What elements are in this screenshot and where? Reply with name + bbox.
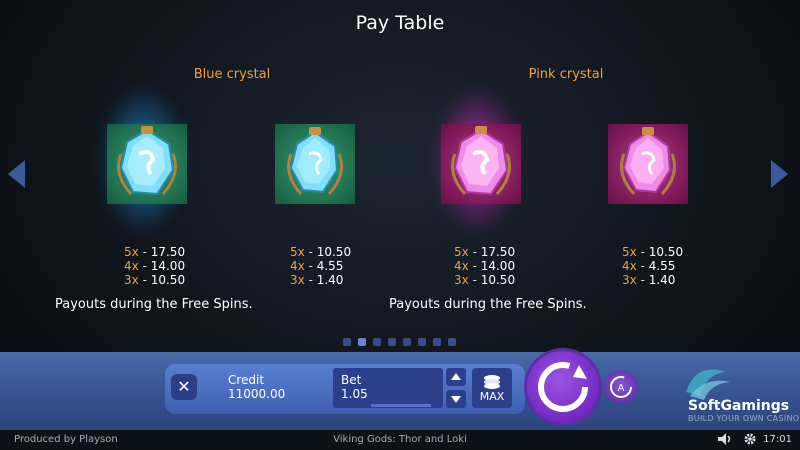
payout-row: 4x - 4.55 (290, 259, 344, 273)
bet-label: Bet (341, 373, 362, 387)
payout-list-pink: 5x - 10.50 4x - 4.55 3x - 1.40 (622, 245, 683, 287)
payout-row: 5x - 17.50 (454, 245, 516, 259)
blue-crystal-icon (275, 124, 355, 204)
arrow-down-icon (451, 396, 461, 403)
payout-list-pink-glowing: 5x - 17.50 4x - 14.00 3x - 10.50 (454, 245, 515, 287)
payout-row: 3x - 1.40 (622, 273, 676, 287)
sound-icon[interactable] (718, 433, 732, 445)
game-name: Viking Gods: Thor and Loki (333, 434, 467, 445)
page-dot[interactable] (433, 338, 441, 346)
softgamings-swirl-icon (686, 369, 730, 400)
autoplay-button[interactable]: A (604, 370, 638, 404)
bet-decrease-button[interactable] (446, 390, 466, 408)
payout-row: 3x - 10.50 (124, 273, 186, 287)
next-page-arrow-icon[interactable] (771, 160, 788, 188)
autoplay-icon: A (610, 376, 632, 398)
credit-label: Credit (228, 373, 265, 387)
group-title-pink-crystal: Pink crystal (528, 67, 604, 82)
page-title: Pay Table (355, 12, 445, 34)
group-title-blue-crystal: Blue crystal (193, 67, 271, 82)
payout-row: 5x - 10.50 (622, 245, 684, 259)
payout-list-blue-glowing: 5x - 17.50 4x - 14.00 3x - 10.50 (124, 245, 185, 287)
page-dot[interactable] (388, 338, 396, 346)
pink-crystal-icon (608, 124, 688, 204)
bet-level-bar (371, 404, 431, 407)
bet-increase-button[interactable] (446, 368, 466, 386)
payout-row: 4x - 14.00 (124, 259, 186, 273)
paytable-screen: Pay Table Blue crystal Pink crystal 5x -… (0, 0, 800, 450)
brand-name: SoftGamings (688, 398, 790, 414)
page-dot-active[interactable] (358, 338, 366, 346)
arrow-up-icon (451, 373, 461, 380)
payout-row: 5x - 10.50 (290, 245, 352, 259)
prev-page-arrow-icon[interactable] (8, 160, 25, 188)
blue-crystal-glowing-icon (107, 124, 187, 204)
spin-arrow-icon (538, 362, 588, 412)
page-dot[interactable] (418, 338, 426, 346)
svg-text:A: A (618, 383, 625, 394)
spin-button[interactable] (527, 351, 599, 423)
payout-row: 3x - 1.40 (290, 273, 344, 287)
credit-value: 11000.00 (228, 387, 286, 401)
page-dot[interactable] (343, 338, 351, 346)
pink-crystal-glowing-icon (441, 124, 521, 204)
payout-row: 5x - 17.50 (124, 245, 186, 259)
page-dot[interactable] (373, 338, 381, 346)
payout-list-blue: 5x - 10.50 4x - 4.55 3x - 1.40 (290, 245, 351, 287)
free-spins-note-blue: Payouts during the Free Spins. (55, 297, 253, 312)
bet-value: 1.05 (341, 387, 368, 401)
close-button[interactable]: ✕ (171, 374, 197, 400)
payout-row: 3x - 10.50 (454, 273, 516, 287)
brand-tagline: BUILD YOUR OWN CASINO (688, 414, 800, 423)
clock: 17:01 (763, 434, 792, 445)
max-label: MAX (479, 390, 505, 403)
page-dot[interactable] (403, 338, 411, 346)
free-spins-note-pink: Payouts during the Free Spins. (389, 297, 587, 312)
payout-row: 4x - 4.55 (622, 259, 676, 273)
page-dot[interactable] (448, 338, 456, 346)
settings-gear-icon[interactable] (743, 432, 757, 446)
payout-row: 4x - 14.00 (454, 259, 516, 273)
